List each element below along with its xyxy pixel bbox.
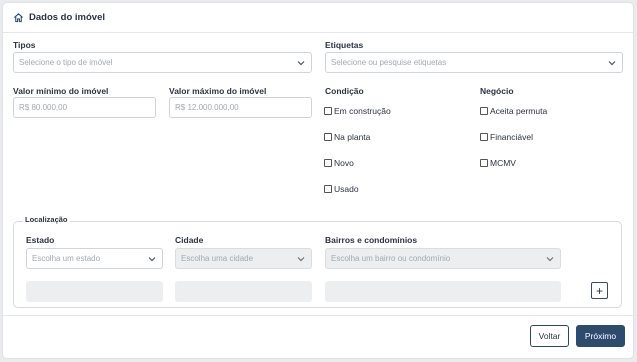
cidade-select[interactable]: Escolha uma cidade bbox=[175, 248, 312, 269]
chevron-down-icon bbox=[297, 257, 305, 262]
checkbox-label: MCMV bbox=[490, 158, 516, 168]
checkbox-em-construcao[interactable]: Em construção bbox=[324, 106, 391, 116]
negocio-label: Negócio bbox=[480, 86, 514, 96]
checkbox-label: Na planta bbox=[334, 132, 371, 142]
add-location-button[interactable]: + bbox=[591, 282, 608, 299]
checkbox-box[interactable] bbox=[324, 107, 332, 115]
localizacao-legend: Localização bbox=[23, 215, 70, 224]
condicao-label: Condição bbox=[325, 86, 364, 96]
chevron-down-icon bbox=[148, 257, 156, 262]
valor-maximo-input[interactable]: R$ 12.000.000,00 bbox=[169, 97, 312, 118]
back-button[interactable]: Voltar bbox=[530, 325, 569, 347]
selected-bairros-chip-area bbox=[325, 281, 561, 302]
checkbox-aceita-permuta[interactable]: Aceita permuta bbox=[480, 106, 547, 116]
valor-minimo-label: Valor mínimo do imóvel bbox=[13, 86, 109, 96]
checkbox-usado[interactable]: Usado bbox=[324, 184, 359, 194]
cidade-label: Cidade bbox=[175, 235, 204, 245]
checkbox-novo[interactable]: Novo bbox=[324, 158, 354, 168]
checkbox-label: Usado bbox=[334, 184, 359, 194]
card-title: Dados do imóvel bbox=[29, 12, 106, 23]
valor-maximo-label: Valor máximo do imóvel bbox=[169, 86, 267, 96]
tipos-select[interactable]: Selecione o tipo de imóvel bbox=[13, 52, 312, 73]
checkbox-mcmv[interactable]: MCMV bbox=[480, 158, 516, 168]
card-header: Dados do imóvel bbox=[3, 3, 633, 33]
chevron-down-icon bbox=[546, 257, 554, 262]
bairros-select[interactable]: Escolha um bairro ou condomínio bbox=[325, 248, 561, 269]
estado-label: Estado bbox=[26, 235, 55, 245]
valor-maximo-placeholder: R$ 12.000.000,00 bbox=[175, 103, 239, 112]
checkbox-box[interactable] bbox=[480, 107, 488, 115]
bairros-label: Bairros e condomínios bbox=[325, 235, 418, 245]
selected-estado-chip-area bbox=[26, 281, 163, 302]
checkbox-financiavel[interactable]: Financiável bbox=[480, 132, 533, 142]
tipos-label: Tipos bbox=[13, 40, 36, 50]
checkbox-box[interactable] bbox=[480, 159, 488, 167]
checkbox-box[interactable] bbox=[480, 133, 488, 141]
plus-icon: + bbox=[595, 283, 603, 298]
checkbox-label: Financiável bbox=[490, 132, 533, 142]
checkbox-na-planta[interactable]: Na planta bbox=[324, 132, 370, 142]
chevron-down-icon bbox=[297, 61, 305, 66]
checkbox-label: Aceita permuta bbox=[490, 106, 548, 116]
estado-select[interactable]: Escolha um estado bbox=[26, 248, 163, 269]
cidade-placeholder: Escolha uma cidade bbox=[181, 254, 254, 263]
valor-minimo-placeholder: R$ 80.000,00 bbox=[19, 103, 68, 112]
etiquetas-label: Etiquetas bbox=[325, 40, 364, 50]
checkbox-box[interactable] bbox=[324, 159, 332, 167]
selected-cidade-chip-area bbox=[175, 281, 312, 302]
estado-placeholder: Escolha um estado bbox=[32, 254, 101, 263]
home-icon bbox=[14, 13, 23, 23]
tipos-placeholder: Selecione o tipo de imóvel bbox=[19, 58, 113, 67]
next-button[interactable]: Próximo bbox=[576, 325, 625, 347]
bairros-placeholder: Escolha um bairro ou condomínio bbox=[331, 254, 451, 263]
checkbox-label: Novo bbox=[334, 158, 354, 168]
footer-divider bbox=[0, 315, 637, 316]
checkbox-label: Em construção bbox=[334, 106, 391, 116]
valor-minimo-input[interactable]: R$ 80.000,00 bbox=[13, 97, 156, 118]
chevron-down-icon bbox=[608, 61, 616, 66]
checkbox-box[interactable] bbox=[324, 185, 332, 193]
checkbox-box[interactable] bbox=[324, 133, 332, 141]
etiquetas-select[interactable]: Selecione ou pesquise etiquetas bbox=[325, 52, 623, 73]
etiquetas-placeholder: Selecione ou pesquise etiquetas bbox=[331, 58, 447, 67]
